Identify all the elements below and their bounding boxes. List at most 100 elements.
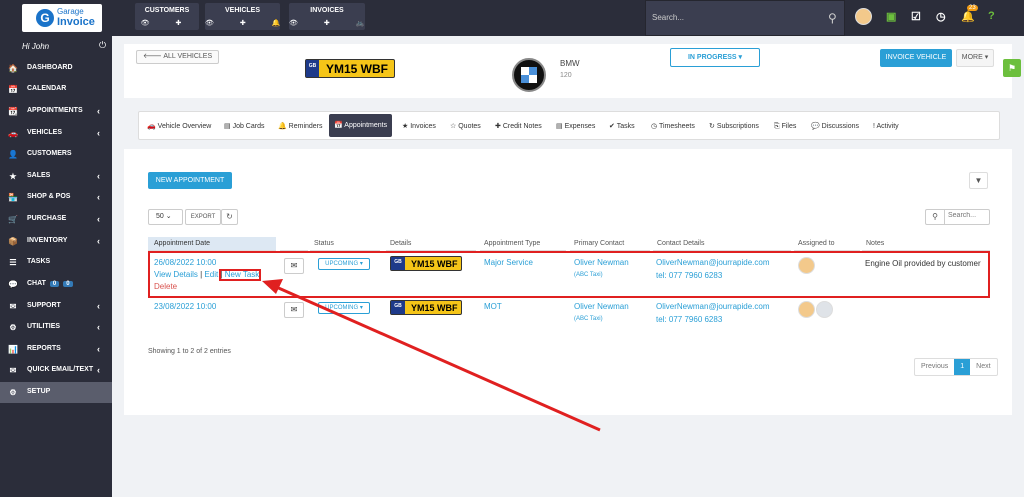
tab-expenses[interactable]: ▤ Expenses [556,118,595,135]
chevron-left-icon: ‹ [97,214,100,224]
support-icon: ✉ [9,302,17,311]
status-dropdown[interactable]: UPCOMING ▾ [318,302,370,314]
tab-timesheets[interactable]: ◷ Timesheets [651,118,695,135]
tab-invoices[interactable]: ★ Invoices [402,118,436,135]
tab-vehicle-overview[interactable]: 🚗 Vehicle Overview [147,118,211,135]
sidebar-item-quick-email[interactable]: ✉ QUICK EMAIL/TEXT ‹ [0,360,112,381]
chevron-left-icon: ‹ [97,171,100,181]
chevron-left-icon: ‹ [97,301,100,311]
table-search-input[interactable] [948,212,988,219]
shop-icon: 🏪 [8,193,18,202]
sidebar-item-label: UTILITIES [27,323,61,330]
row-plate: GB YM15 WBF [390,300,462,315]
tab-reminders[interactable]: 🔔 Reminders [278,118,323,135]
sidebar-item-tasks[interactable]: ☰ TASKS [0,252,112,273]
email-icon[interactable]: ✉ [284,302,304,318]
col-header-status[interactable]: Status [310,237,380,251]
sidebar-item-chat[interactable]: 💬 CHAT 0 0 [0,274,112,295]
col-header-notes[interactable]: Notes [862,237,990,251]
filter-icon[interactable]: ▼ [969,172,988,189]
box-icon: 📦 [8,237,18,246]
refresh-icon[interactable]: ↻ [221,209,238,225]
invoice-vehicle-button[interactable]: INVOICE VEHICLE [880,49,952,67]
next-page-button[interactable]: Next [970,359,996,375]
pagination: Previous 1 Next [914,358,998,376]
table-search[interactable]: ⚲ [925,209,990,225]
col-header-contact[interactable]: Primary Contact [570,237,650,251]
current-page-button[interactable]: 1 [954,359,971,375]
tab-subscriptions[interactable]: ↻ Subscriptions [709,118,759,135]
tab-activity[interactable]: ! Activity [873,118,899,135]
clock-icon: ◷ [651,123,658,130]
app-logo[interactable]: G Garage Invoice [22,4,102,32]
col-header-contact-details[interactable]: Contact Details [653,237,791,251]
bell-icon[interactable]: 🔔 [961,10,975,23]
sidebar-item-setup[interactable]: ⚙ SETUP [0,382,112,403]
tab-discussions[interactable]: 💬 Discussions [811,118,859,135]
topnav-vehicles-icons[interactable]: 👁 ✚ 🔔 [205,19,280,27]
sidebar-item-reports[interactable]: 📊 REPORTS ‹ [0,339,112,360]
tab-job-cards[interactable]: ▤ Job Cards [224,118,264,135]
sidebar-item-vehicles[interactable]: 🚗 VEHICLES ‹ [0,123,112,144]
sidebar-item-label: APPOINTMENTS [27,107,83,114]
sidebar-item-sales[interactable]: ★ SALES ‹ [0,166,112,187]
previous-page-button[interactable]: Previous [915,359,954,375]
new-appointment-button[interactable]: NEW APPOINTMENT [148,172,232,189]
flag-icon[interactable]: ⚑ [1003,59,1021,77]
chevron-left-icon: ‹ [97,344,100,354]
chat-icon[interactable]: ▣ [886,10,896,23]
global-search-input[interactable]: Search... [652,13,684,22]
assignee-avatar[interactable] [798,301,815,318]
row-highlight-annotation [148,251,990,298]
contact-phone-link[interactable]: tel: 077 7960 6283 [656,315,722,324]
tab-quotes[interactable]: ☆ Quotes [450,118,481,135]
topnav-customers-icons[interactable]: 👁 ✚ [135,19,199,27]
assignee-avatar-placeholder[interactable] [816,301,833,318]
clock-icon[interactable]: ◷ [936,10,946,23]
checklist-icon[interactable]: ☑ [911,10,921,23]
sidebar-item-appointments[interactable]: 📆 APPOINTMENTS ‹ [0,101,112,122]
sidebar-item-label: TASKS [27,258,51,265]
contact-email-link[interactable]: OliverNewman@jourrapide.com [656,302,770,311]
sidebar-item-customers[interactable]: 👤 CUSTOMERS [0,144,112,165]
sidebar-item-shop-pos[interactable]: 🏪 SHOP & POS ‹ [0,187,112,208]
col-header-assigned[interactable]: Assigned to [794,237,860,251]
tab-files[interactable]: ⎘ Files [774,118,796,135]
sidebar-item-purchase[interactable]: 🛒 PURCHASE ‹ [0,209,112,230]
topnav-vehicles[interactable]: VEHICLES 👁 ✚ 🔔 [205,3,280,30]
tab-appointments[interactable]: 📅 Appointments [329,114,393,137]
more-dropdown[interactable]: MORE ▾ [956,49,994,67]
chevron-left-icon: ‹ [97,192,100,202]
tab-tasks[interactable]: ✔ Tasks [609,118,635,135]
sidebar-item-utilities[interactable]: ⚙ UTILITIES ‹ [0,317,112,338]
sidebar-item-support[interactable]: ✉ SUPPORT ‹ [0,296,112,317]
all-vehicles-button[interactable]: 🡐 ALL VEHICLES [136,50,220,64]
global-search[interactable]: Search... ⚲ [645,0,845,36]
col-header-details[interactable]: Details [386,237,476,251]
search-icon[interactable]: ⚲ [828,11,837,25]
contact-name-link[interactable]: Oliver Newman [574,302,629,311]
vehicle-plate: GB YM15 WBF [305,59,395,78]
sidebar-item-dashboard[interactable]: 🏠 DASHBOARD [0,58,112,79]
contact-company: (ABC Taxi) [574,316,603,322]
vehicle-status-dropdown[interactable]: IN PROGRESS ▾ [670,48,760,67]
power-icon[interactable]: ⏻ [99,40,106,51]
topnav-customers[interactable]: CUSTOMERS 👁 ✚ [135,3,199,30]
appointment-date-link[interactable]: 23/08/2022 10:00 [154,302,216,311]
sidebar-item-calendar[interactable]: 📅 CALENDAR [0,79,112,100]
topnav-invoices[interactable]: INVOICES 👁 ✚ 🚲 [289,3,365,30]
col-header-date[interactable]: Appointment Date [148,237,276,251]
topnav-invoices-icons[interactable]: 👁 ✚ 🚲 [289,19,365,27]
export-button[interactable]: EXPORT [185,209,221,225]
page-size-select[interactable]: 50 ⌄ [148,209,183,225]
help-icon[interactable]: ? [988,10,995,22]
sidebar-item-label: CALENDAR [27,85,67,92]
sidebar-item-inventory[interactable]: 📦 INVENTORY ‹ [0,231,112,252]
user-icon: 👤 [8,150,18,159]
tab-credit-notes[interactable]: ✚ Credit Notes [495,118,542,135]
chat-icon: 💬 [8,280,18,289]
user-avatar[interactable] [855,8,872,25]
entries-info: Showing 1 to 2 of 2 entries [148,348,231,355]
chevron-left-icon: ‹ [97,365,100,375]
col-header-type[interactable]: Appointment Type [480,237,566,251]
